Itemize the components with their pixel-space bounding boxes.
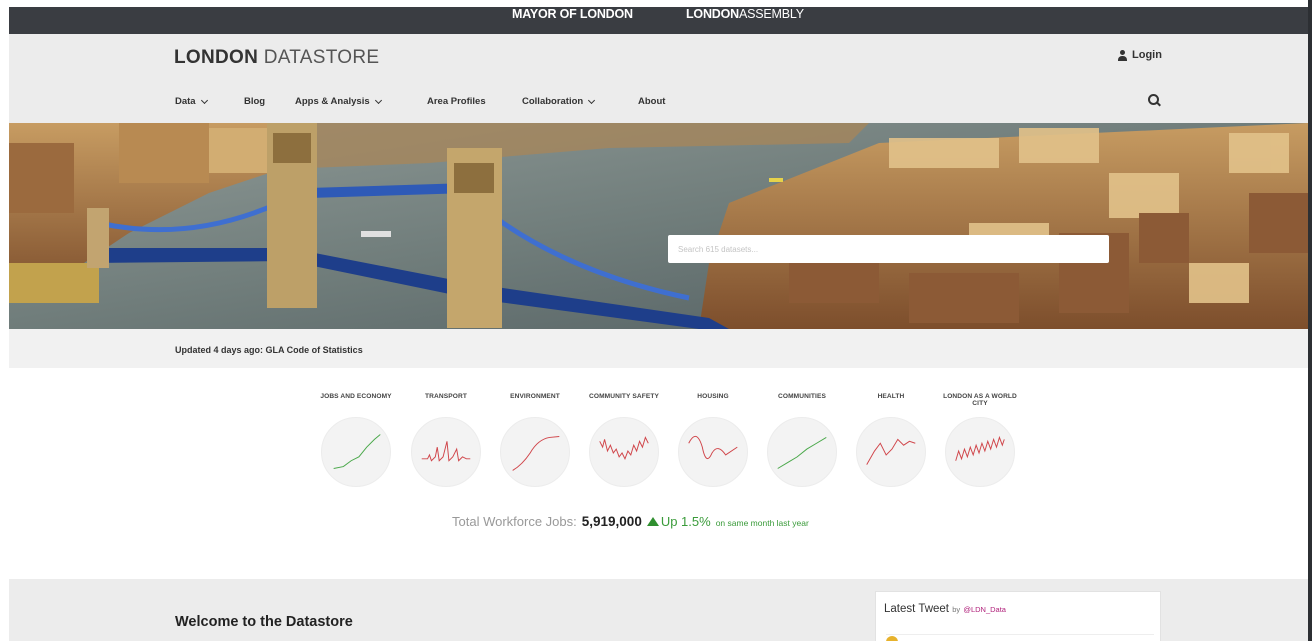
stat-label: Total Workforce Jobs: [452, 514, 577, 529]
nav-item-area-profiles[interactable]: Area Profiles [427, 96, 486, 107]
mayor-of-london-link[interactable]: MAYOR OF LONDON [512, 7, 633, 21]
category-london-world-city[interactable]: LONDON AS A WORLD CITY [941, 393, 1019, 487]
hero-image [9, 123, 1308, 329]
category-label: COMMUNITIES [778, 393, 826, 400]
tweet-by: by [952, 605, 961, 614]
tweet-item [886, 634, 1154, 641]
nav-label: About [638, 96, 666, 107]
tweet-handle-link[interactable]: @LDN_Data [963, 605, 1006, 614]
dataset-search-input[interactable] [668, 235, 1109, 263]
latest-update-link[interactable]: Updated 4 days ago: GLA Code of Statisti… [175, 345, 363, 355]
category-environment[interactable]: ENVIRONMENT [496, 393, 574, 487]
brand-bold: LONDON [174, 47, 259, 68]
search-icon[interactable] [1148, 94, 1161, 107]
login-link[interactable]: Login [1117, 49, 1162, 61]
nav-label: Data [175, 96, 196, 107]
category-health[interactable]: HEALTH [852, 393, 930, 487]
category-community-safety[interactable]: COMMUNITY SAFETY [585, 393, 663, 487]
category-sparkline-icon [500, 417, 570, 487]
latest-tweet-heading: Latest Tweet by @LDN_Data [884, 603, 1006, 615]
nav-item-apps-analysis[interactable]: Apps & Analysis [295, 96, 382, 107]
window-edge [1308, 0, 1312, 641]
chevron-down-icon [374, 96, 382, 104]
stat-note: on same month last year [715, 518, 809, 528]
user-icon [1117, 49, 1128, 61]
category-sparkline-icon [767, 417, 837, 487]
chevron-down-icon [588, 96, 596, 104]
category-sparkline-icon [856, 417, 926, 487]
nav-label: Apps & Analysis [295, 96, 370, 107]
category-housing[interactable]: HOUSING [674, 393, 752, 487]
stat-value: 5,919,000 [581, 514, 642, 529]
chevron-down-icon [200, 96, 208, 104]
site-logo[interactable]: LONDON DATASTORE [174, 47, 379, 69]
nav-item-about[interactable]: About [638, 96, 665, 107]
assembly-bold-text: LONDON [686, 7, 739, 21]
category-jobs-economy[interactable]: JOBS AND ECONOMY [317, 393, 395, 487]
nav-label: Area Profiles [427, 96, 486, 107]
nav-item-data[interactable]: Data [175, 96, 208, 107]
avatar [886, 636, 898, 641]
nav-label: Collaboration [522, 96, 584, 107]
nav-label: Blog [244, 96, 266, 107]
assembly-light-text: ASSEMBLY [738, 7, 804, 21]
nav-item-collaboration[interactable]: Collaboration [522, 96, 596, 107]
welcome-heading: Welcome to the Datastore [175, 614, 353, 630]
category-sparkline-icon [945, 417, 1015, 487]
tweet-title: Latest Tweet [884, 603, 949, 615]
category-label: JOBS AND ECONOMY [320, 393, 392, 400]
category-label: LONDON AS A WORLD CITY [943, 393, 1017, 407]
category-label: HOUSING [697, 393, 729, 400]
nav-item-blog[interactable]: Blog [244, 96, 265, 107]
category-label: HEALTH [877, 393, 905, 400]
gla-bar [9, 7, 1308, 34]
brand-light: DATASTORE [258, 47, 380, 68]
category-sparkline-icon [321, 417, 391, 487]
category-label: TRANSPORT [425, 393, 467, 400]
category-sparkline-icon [589, 417, 659, 487]
category-sparkline-icon [678, 417, 748, 487]
arrow-up-icon [646, 517, 659, 526]
featured-stat[interactable]: Total Workforce Jobs: 5,919,000 Up 1.5% … [452, 514, 809, 529]
category-label: ENVIRONMENT [510, 393, 560, 400]
category-sparkline-icon [411, 417, 481, 487]
stat-change-text: Up 1.5% [660, 514, 711, 529]
hero-illustration [9, 123, 1308, 329]
category-label: COMMUNITY SAFETY [589, 393, 659, 400]
category-transport[interactable]: TRANSPORT [407, 393, 485, 487]
login-label: Login [1132, 49, 1162, 61]
category-communities[interactable]: COMMUNITIES [763, 393, 841, 487]
stat-change: Up 1.5% [646, 514, 711, 529]
london-assembly-link[interactable]: LONDONASSEMBLY [686, 7, 804, 21]
